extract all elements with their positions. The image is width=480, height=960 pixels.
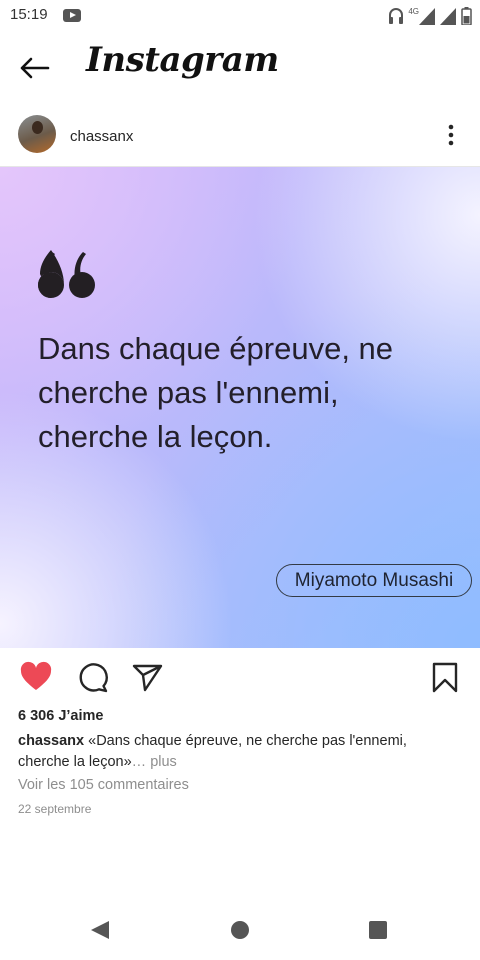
like-count[interactable]: 6 306 J’aime [18,708,103,724]
caption-more-link[interactable]: … plus [132,754,177,770]
action-bar [0,656,480,700]
status-icons: 4G [388,5,472,27]
quote-mark-icon [38,250,95,298]
view-comments-link[interactable]: Voir les 105 commentaires [18,777,189,793]
headset-icon [389,8,404,24]
post-image[interactable]: Dans chaque épreuve, ne cherche pas l'en… [0,167,480,648]
post-header: chassanx [0,110,480,166]
app-header: Instagram [0,32,480,100]
nav-home-icon[interactable] [228,918,252,942]
caption-username[interactable]: chassanx [18,733,84,749]
nav-recents-icon[interactable] [366,918,390,942]
youtube-notification-icon [63,9,81,22]
signal-icon-2 [440,7,456,25]
system-nav-bar [0,900,480,960]
battery-icon [461,7,472,25]
signal-icon [419,7,435,25]
status-bar: 15:19 4G [0,0,480,32]
app-title: Instagram [86,40,279,80]
heart-icon[interactable] [19,660,53,694]
nav-back-icon[interactable] [88,918,112,942]
comment-icon[interactable] [76,660,110,694]
back-arrow-icon[interactable] [16,50,52,86]
post-username[interactable]: chassanx [70,128,133,145]
status-time: 15:19 [10,6,48,23]
caption: chassanx «Dans chaque épreuve, ne cherch… [18,731,458,773]
network-type: 4G [408,6,419,16]
quote-text: Dans chaque épreuve, ne cherche pas l'en… [38,331,394,454]
bookmark-icon[interactable] [428,660,462,694]
more-vertical-icon[interactable] [440,122,462,148]
post-date: 22 septembre [18,802,92,816]
quote-author: Miyamoto Musashi [276,564,472,597]
share-icon[interactable] [131,660,165,694]
avatar[interactable] [18,115,56,153]
